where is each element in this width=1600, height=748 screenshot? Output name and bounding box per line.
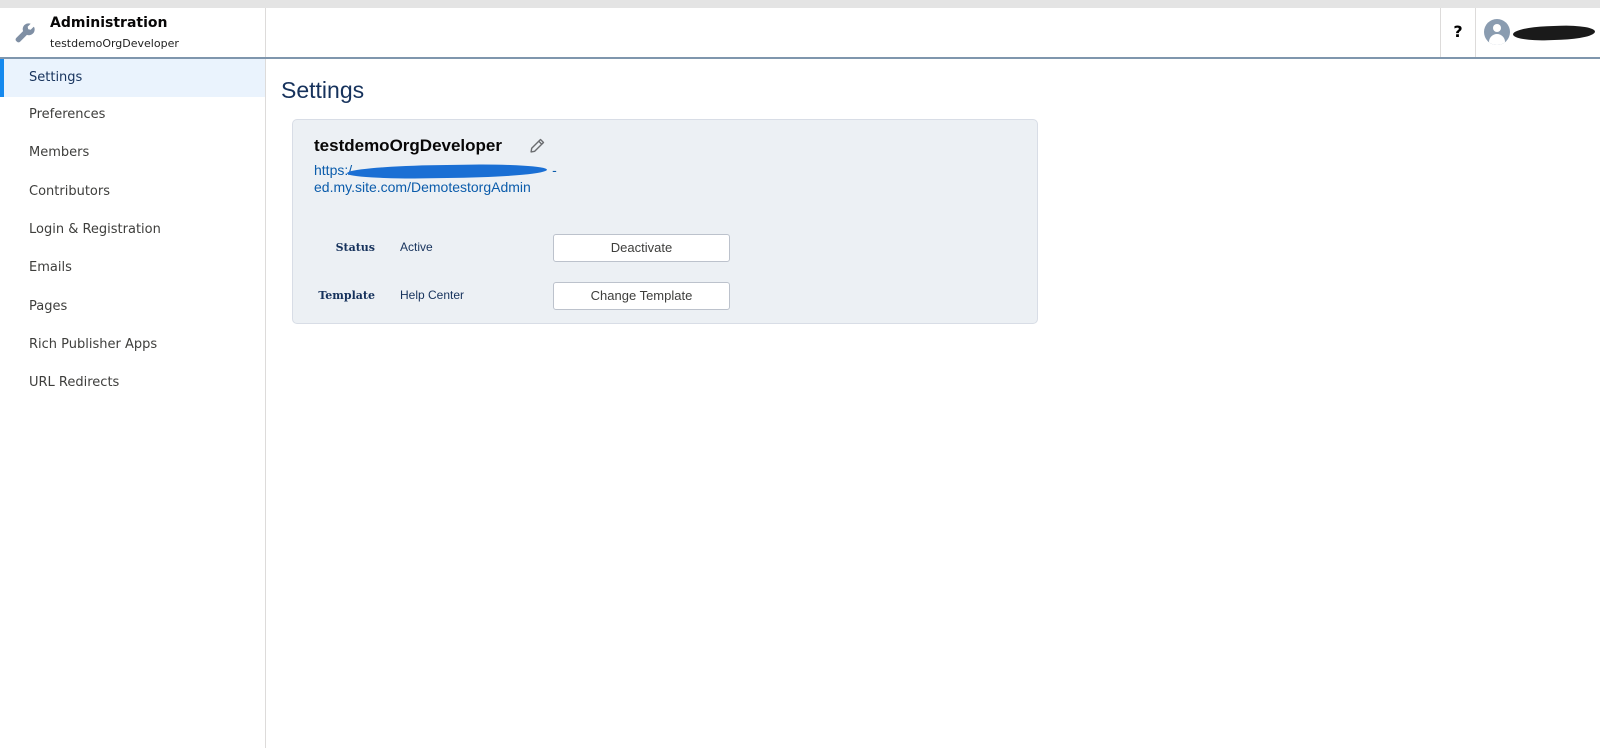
status-value: Active [400, 240, 433, 254]
sidebar-item-emails[interactable]: Emails [0, 249, 265, 287]
sidebar-nav: Settings Preferences Members Contributor… [0, 59, 266, 748]
pencil-icon[interactable] [529, 138, 545, 154]
main-content: Settings testdemoOrgDeveloper https:/ - e… [266, 59, 1600, 748]
sidebar-item-url-redirects[interactable]: URL Redirects [0, 364, 265, 402]
sidebar-item-contributors[interactable]: Contributors [0, 173, 265, 211]
brand-block: Administration testdemoOrgDeveloper [0, 8, 266, 57]
sidebar-item-rich-publisher-apps[interactable]: Rich Publisher Apps [0, 326, 265, 364]
site-url-line1: https:/ [314, 162, 353, 178]
change-template-button[interactable]: Change Template [553, 282, 730, 310]
template-label: Template [318, 289, 375, 302]
avatar-head [1493, 24, 1501, 32]
user-avatar-icon[interactable] [1484, 19, 1510, 45]
wrench-icon [15, 23, 35, 43]
status-label: Status [335, 241, 375, 254]
browser-top-strip [0, 0, 1600, 8]
app-title: Administration [50, 15, 168, 31]
page-title: Settings [281, 77, 365, 103]
sidebar-item-login-registration[interactable]: Login & Registration [0, 211, 265, 249]
site-url-line2: ed.my.site.com/DemotestorgAdmin [314, 179, 531, 195]
deactivate-button[interactable]: Deactivate [553, 234, 730, 262]
avatar-body [1489, 34, 1505, 45]
sidebar-item-preferences[interactable]: Preferences [0, 96, 265, 134]
site-settings-card: testdemoOrgDeveloper https:/ - ed.my.site… [292, 119, 1038, 324]
site-url-dash: - [552, 162, 557, 178]
site-name: testdemoOrgDeveloper [314, 136, 502, 155]
sidebar-item-members[interactable]: Members [0, 134, 265, 172]
help-button[interactable]: ? [1440, 8, 1476, 57]
app-header: Administration testdemoOrgDeveloper ? [0, 8, 1600, 59]
redacted-user-name[interactable] [1512, 24, 1596, 42]
sidebar-item-settings[interactable]: Settings [0, 59, 265, 97]
org-name: testdemoOrgDeveloper [50, 37, 179, 50]
template-value: Help Center [400, 288, 465, 302]
sidebar-item-pages[interactable]: Pages [0, 288, 265, 326]
